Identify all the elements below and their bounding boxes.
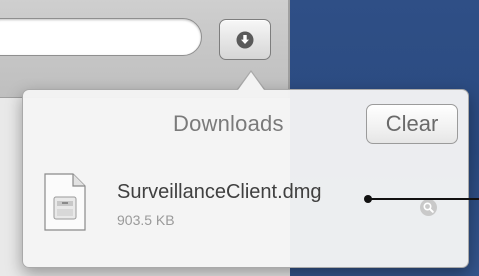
downloads-popover: Downloads Clear SurveillanceClient.dmg 9… — [22, 89, 469, 268]
toolbar-edge — [288, 0, 290, 98]
download-file-name: SurveillanceClient.dmg — [117, 181, 322, 203]
disk-image-file-icon — [44, 173, 86, 231]
downloads-button[interactable] — [219, 19, 271, 60]
download-file-size: 903.5 KB — [117, 212, 175, 228]
download-arrow-icon — [236, 31, 254, 49]
clear-button[interactable]: Clear — [366, 104, 458, 144]
download-item[interactable]: SurveillanceClient.dmg 903.5 KB — [24, 166, 467, 252]
address-field[interactable] — [0, 18, 202, 56]
annotation-line — [369, 198, 479, 200]
popover-title: Downloads — [173, 111, 284, 136]
popover-arrow-fill — [238, 72, 264, 90]
magnifier-reveal-icon[interactable] — [420, 199, 437, 216]
